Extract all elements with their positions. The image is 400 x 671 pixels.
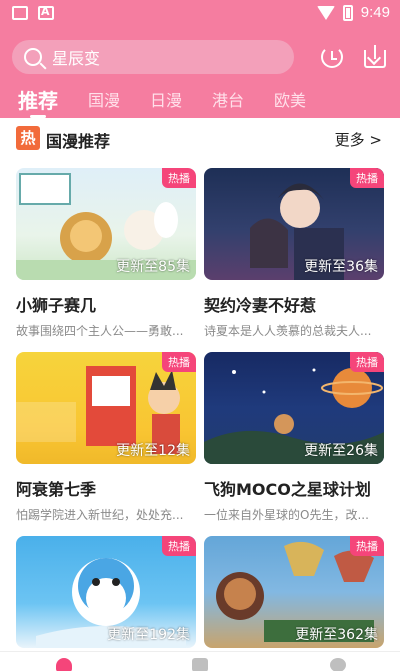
- tab-western[interactable]: 欧美: [274, 90, 306, 112]
- card-description: 一位来自外星球的O先生，改...: [204, 508, 369, 522]
- battery-icon: [342, 4, 353, 21]
- hot-tag: 热播: [162, 352, 196, 372]
- card-thumbnail[interactable]: 热播 更新至36集: [204, 168, 384, 280]
- category-tabs: 推荐 国漫 日漫 港台 欧美: [18, 84, 306, 118]
- profile-icon[interactable]: [330, 658, 346, 671]
- wifi-icon: [316, 5, 335, 20]
- hot-tag: 热播: [350, 352, 384, 372]
- more-link[interactable]: 更多 >: [335, 129, 382, 150]
- card-title[interactable]: 小狮子赛几: [16, 292, 196, 316]
- section-header: 热 国漫推荐 更多 >: [0, 118, 400, 160]
- episode-progress: 更新至192集: [107, 627, 190, 643]
- bottom-navigation: [0, 651, 400, 671]
- status-bar: 9:49: [0, 0, 400, 28]
- episode-progress: 更新至362集: [295, 627, 378, 643]
- card-description: 故事围绕四个主人公——勇敢...: [16, 324, 184, 338]
- hot-badge: 热: [16, 126, 40, 150]
- episode-progress: 更新至26集: [304, 443, 378, 459]
- home-icon[interactable]: [56, 658, 72, 671]
- tab-chinese[interactable]: 国漫: [88, 90, 120, 112]
- card-title[interactable]: 飞狗MOCO之星球计划: [204, 476, 384, 500]
- search-bar[interactable]: 星辰变: [12, 40, 294, 74]
- library-icon[interactable]: [192, 658, 208, 671]
- episode-progress: 更新至36集: [304, 259, 378, 275]
- card-thumbnail[interactable]: 热播 更新至12集: [16, 352, 196, 464]
- search-input[interactable]: 星辰变: [52, 45, 100, 69]
- a-notification-icon: [38, 5, 54, 20]
- card-title[interactable]: 契约冷妻不好惹: [204, 292, 384, 316]
- tab-hk-tw[interactable]: 港台: [212, 90, 244, 112]
- hot-tag: 热播: [350, 536, 384, 556]
- card-title[interactable]: 阿衰第七季: [16, 476, 196, 500]
- episode-progress: 更新至85集: [116, 259, 190, 275]
- card-thumbnail[interactable]: 热播 更新至85集: [16, 168, 196, 280]
- hot-tag: 热播: [162, 536, 196, 556]
- card-description: 怕踢学院进入新世纪，处处充...: [16, 508, 184, 522]
- search-icon: [24, 48, 42, 66]
- tab-japanese[interactable]: 日漫: [150, 90, 182, 112]
- card-thumbnail[interactable]: 热播 更新至26集: [204, 352, 384, 464]
- episode-progress: 更新至12集: [116, 443, 190, 459]
- anime-card[interactable]: 热播 更新至36集 契约冷妻不好惹 诗夏本是人人羡慕的总裁夫人...: [204, 168, 384, 339]
- anime-card[interactable]: 热播 更新至12集 阿衰第七季 怕踢学院进入新世纪，处处充...: [16, 352, 196, 523]
- anime-card[interactable]: 热播 更新至85集 小狮子赛几 故事围绕四个主人公——勇敢...: [16, 168, 196, 339]
- download-icon[interactable]: [362, 44, 388, 70]
- anime-card[interactable]: 热播 更新至26集 飞狗MOCO之星球计划 一位来自外星球的O先生，改...: [204, 352, 384, 523]
- card-description: 诗夏本是人人羡慕的总裁夫人...: [204, 324, 372, 338]
- history-icon[interactable]: [319, 44, 345, 70]
- anime-card[interactable]: 热播 更新至362集: [204, 536, 384, 648]
- anime-card[interactable]: 热播 更新至192集: [16, 536, 196, 648]
- hot-tag: 热播: [350, 168, 384, 188]
- app-screen: 9:49 星辰变 推荐 国漫 日漫 港台 欧美 热 国漫推荐 更多 >: [0, 0, 400, 671]
- top-header: 9:49 星辰变 推荐 国漫 日漫 港台 欧美: [0, 0, 400, 118]
- hot-tag: 热播: [162, 168, 196, 188]
- tab-recommend[interactable]: 推荐: [18, 90, 58, 118]
- image-notification-icon: [12, 6, 28, 20]
- card-thumbnail[interactable]: 热播 更新至362集: [204, 536, 384, 648]
- section-title: 国漫推荐: [46, 132, 111, 151]
- clock: 9:49: [360, 4, 390, 21]
- card-thumbnail[interactable]: 热播 更新至192集: [16, 536, 196, 648]
